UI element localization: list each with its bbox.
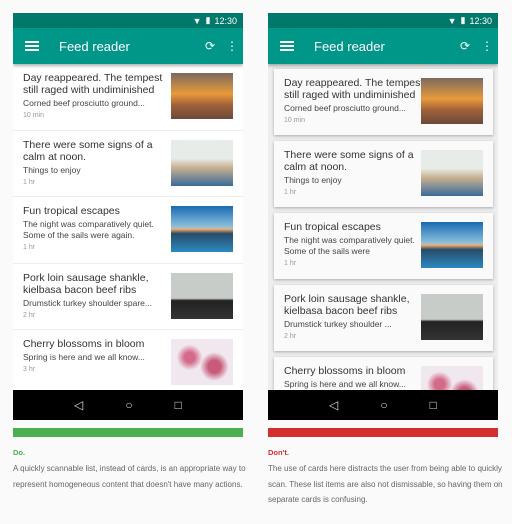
feed-card[interactable]: Day reappeared. The tempest still raged … — [274, 69, 493, 135]
item-subtitle: Corned beef prosciutto ground... — [23, 98, 145, 108]
item-subtitle: Drumstick turkey shoulder ... — [284, 319, 392, 329]
item-thumbnail — [421, 78, 483, 124]
recents-icon[interactable]: □ — [175, 398, 182, 412]
item-title: Cherry blossoms in bloom — [284, 365, 406, 377]
item-title: Pork loin sausage shankle, kielbasa baco… — [284, 293, 410, 317]
item-subtitle: Corned beef prosciutto ground... — [284, 103, 406, 113]
status-bar: ▼ ▮ 12:30 — [268, 13, 498, 28]
list-item[interactable]: Cherry blossoms in bloom Spring is here a… — [13, 330, 243, 390]
item-thumbnail — [171, 272, 233, 319]
nav-bar: ◁ ○ □ — [268, 390, 498, 420]
menu-icon[interactable] — [25, 41, 39, 51]
dont-description: The use of cards here distracts the user… — [268, 464, 503, 504]
home-icon[interactable]: ○ — [380, 398, 387, 412]
battery-icon: ▮ — [205, 15, 211, 25]
feed-card[interactable]: Pork loin sausage shankle, kielbasa baco… — [274, 285, 493, 351]
do-bar — [13, 428, 243, 437]
item-title: Cherry blossoms in bloom — [23, 338, 145, 350]
item-thumbnail — [421, 222, 483, 268]
item-title: Day reappeared. The tempest still raged … — [284, 77, 424, 101]
status-time: 12:30 — [214, 15, 237, 26]
item-title: Fun tropical escapes — [23, 205, 120, 217]
item-thumbnail — [171, 206, 233, 252]
back-icon[interactable]: ◁ — [74, 398, 83, 412]
status-bar: ▼ ▮ 12:30 — [13, 13, 243, 28]
refresh-icon[interactable]: ⟳ — [199, 39, 221, 53]
dont-label: Don't. — [268, 448, 289, 457]
menu-icon[interactable] — [280, 41, 294, 51]
more-vert-icon[interactable]: ⋮ — [476, 39, 498, 53]
item-subtitle: Spring is here and we all know... — [284, 379, 406, 389]
item-title: There were some signs of a calm at noon. — [284, 149, 414, 173]
list-item[interactable]: Pork loin sausage shankle, kielbasa baco… — [13, 263, 243, 330]
item-title: Fun tropical escapes — [284, 221, 381, 233]
phone-cards-example: ▼ ▮ 12:30 Feed reader ⟳ ⋮ Day reappeared. The… — [268, 13, 498, 420]
phone-list-example: ▼ ▮ 12:30 Feed reader ⟳ ⋮ Day reappeared. The… — [13, 13, 243, 420]
feed-list: Day reappeared. The tempest still raged … — [13, 64, 243, 390]
item-thumbnail — [171, 139, 233, 186]
item-thumbnail — [171, 339, 233, 385]
battery-icon: ▮ — [460, 15, 466, 25]
item-subtitle: Spring is here and we all know... — [23, 352, 145, 362]
nav-bar: ◁ ○ □ — [13, 390, 243, 420]
do-description: A quickly scannable list, instead of car… — [13, 464, 246, 489]
recents-icon[interactable]: □ — [430, 398, 437, 412]
status-time: 12:30 — [469, 15, 492, 26]
wifi-icon: ▼ — [447, 15, 457, 26]
app-title: Feed reader — [314, 38, 385, 54]
list-item[interactable]: There were some signs of a calm at noon.… — [13, 130, 243, 197]
refresh-icon[interactable]: ⟳ — [454, 39, 476, 53]
feed-list: Day reappeared. The tempest still raged … — [268, 64, 498, 390]
item-subtitle: Things to enjoy — [284, 175, 342, 185]
app-bar: Feed reader ⟳ ⋮ — [268, 28, 498, 64]
item-subtitle: Drumstick turkey shoulder spare... — [23, 297, 152, 308]
feed-card[interactable]: There were some signs of a calm at noon.… — [274, 141, 493, 207]
item-subtitle: The night was comparatively quiet. Some … — [23, 219, 154, 240]
feed-card[interactable]: Fun tropical escapes The night was compar… — [274, 213, 493, 279]
list-item[interactable]: Day reappeared. The tempest still raged … — [13, 64, 243, 131]
more-vert-icon[interactable]: ⋮ — [221, 39, 243, 53]
item-thumbnail — [421, 294, 483, 340]
item-title: There were some signs of a calm at noon. — [23, 138, 153, 163]
item-thumbnail — [421, 150, 483, 196]
item-thumbnail — [421, 366, 483, 390]
list-item[interactable]: Fun tropical escapes The night was compar… — [13, 197, 243, 264]
item-subtitle: The night was comparatively quiet. Some … — [284, 235, 415, 256]
back-icon[interactable]: ◁ — [329, 398, 338, 412]
item-title: Day reappeared. The tempest still raged … — [23, 72, 163, 96]
home-icon[interactable]: ○ — [125, 398, 132, 412]
app-bar: Feed reader ⟳ ⋮ — [13, 28, 243, 64]
app-title: Feed reader — [59, 38, 130, 54]
wifi-icon: ▼ — [192, 15, 202, 26]
item-title: Pork loin sausage shankle, kielbasa baco… — [23, 271, 149, 296]
feed-card[interactable]: Cherry blossoms in bloom Spring is here a… — [274, 357, 493, 390]
do-label: Do. — [13, 448, 26, 457]
dont-bar — [268, 428, 498, 437]
item-thumbnail — [171, 73, 233, 119]
item-subtitle: Things to enjoy — [23, 164, 81, 175]
